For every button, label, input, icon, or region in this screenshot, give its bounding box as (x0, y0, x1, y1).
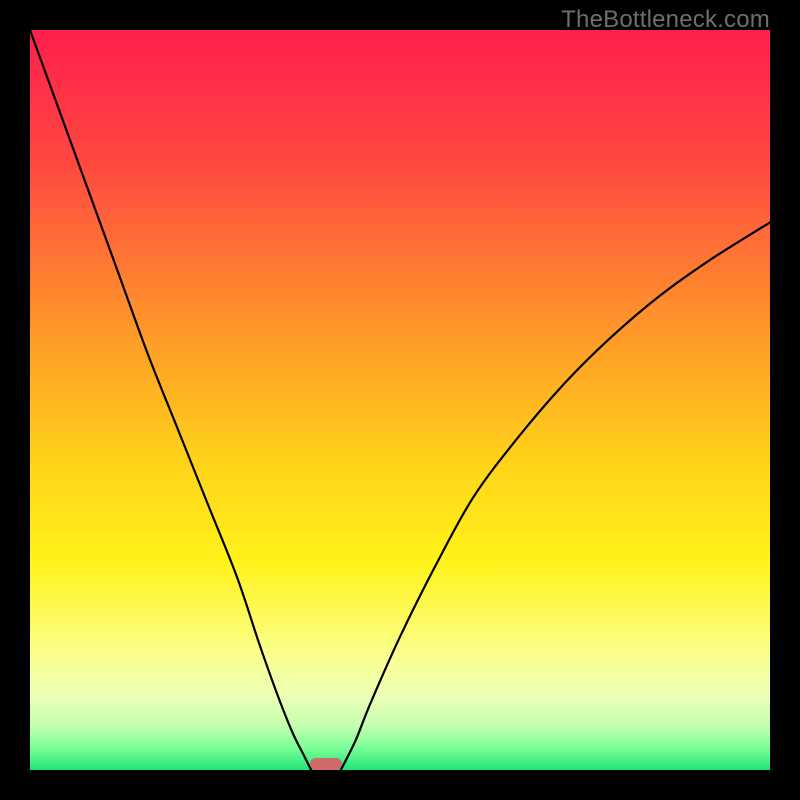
bottleneck-curve-left (30, 30, 311, 770)
vertex-marker (310, 758, 341, 770)
chart-frame: TheBottleneck.com (0, 0, 800, 800)
bottleneck-curve-right (341, 222, 770, 770)
curve-layer (30, 30, 770, 770)
plot-area (30, 30, 770, 770)
